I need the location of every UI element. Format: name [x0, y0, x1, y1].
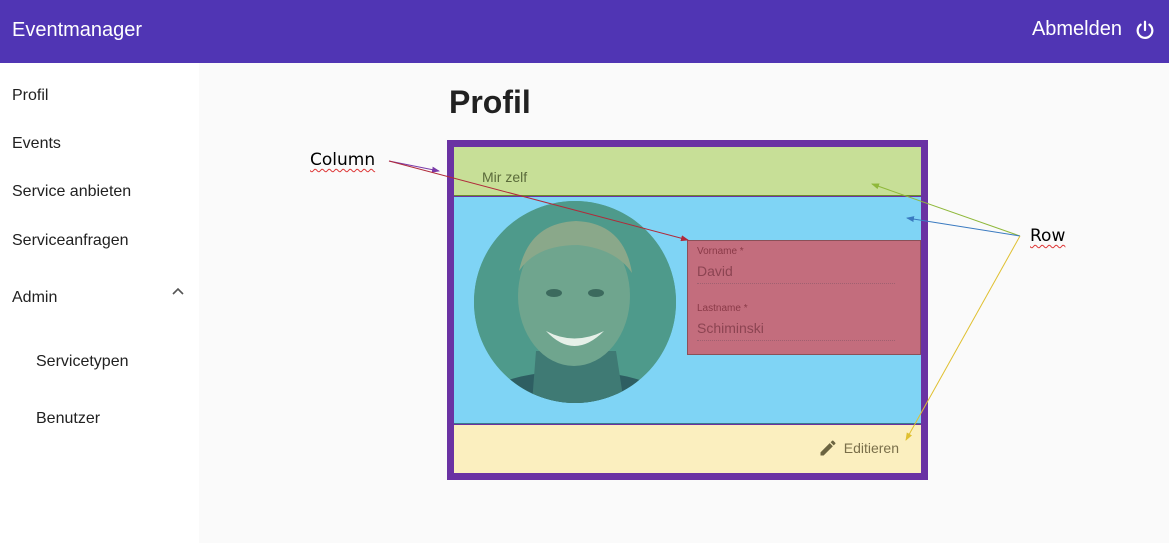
- sidenav: Profil Events Service anbieten Servicean…: [0, 63, 199, 543]
- sidebar-item-profil[interactable]: Profil: [12, 87, 48, 105]
- sidebar-item-service-anbieten[interactable]: Service anbieten: [12, 183, 131, 201]
- avatar: [474, 201, 676, 403]
- chevron-up-icon[interactable]: [171, 286, 185, 296]
- profile-form-column: Vorname * David Lastname * Schiminski: [687, 240, 921, 355]
- vorname-field[interactable]: David: [697, 263, 895, 284]
- page-title: Profil: [449, 84, 531, 120]
- pencil-icon: [820, 440, 836, 456]
- arrow-column-to-card: [388, 160, 440, 173]
- sidebar-item-serviceanfragen[interactable]: Serviceanfragen: [12, 232, 129, 250]
- sidebar-item-events[interactable]: Events: [12, 135, 61, 153]
- lastname-field[interactable]: Schiminski: [697, 320, 895, 341]
- sidebar-item-benutzer[interactable]: Benutzer: [36, 410, 100, 428]
- card-header-row: Mir zelf: [454, 147, 921, 196]
- logout-button[interactable]: Abmelden: [1032, 18, 1156, 41]
- annotation-row-label: Row: [1030, 226, 1066, 246]
- lastname-label: Lastname *: [697, 303, 748, 314]
- profile-card: Mir zelf Vorname * David Lastname * Schi…: [447, 140, 928, 480]
- top-toolbar: Eventmanager Abmelden: [0, 0, 1169, 63]
- card-body-row: Vorname * David Lastname * Schiminski: [454, 197, 921, 424]
- app-title: Eventmanager: [12, 19, 143, 41]
- edit-button[interactable]: Editieren: [818, 438, 899, 458]
- logout-label: Abmelden: [1031, 18, 1122, 40]
- avatar-portrait: [474, 201, 676, 403]
- edit-label: Editieren: [843, 440, 899, 456]
- annotation-column-label: Column: [310, 150, 376, 170]
- card-footer-row: Editieren: [454, 425, 921, 473]
- vorname-label: Vorname *: [697, 246, 744, 257]
- card-header-title: Mir zelf: [482, 169, 528, 185]
- sidebar-item-servicetypen[interactable]: Servicetypen: [36, 353, 129, 371]
- sidebar-item-admin[interactable]: Admin: [12, 289, 57, 307]
- power-icon: [1136, 20, 1154, 39]
